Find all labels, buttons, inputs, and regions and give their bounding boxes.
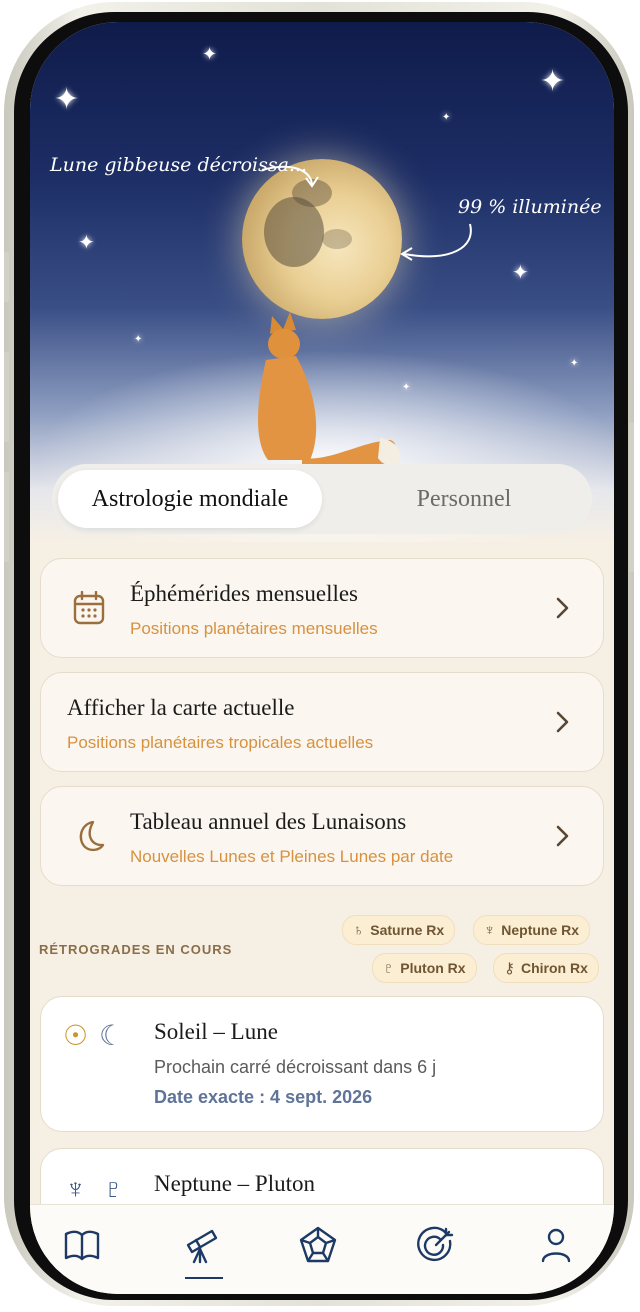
retrograde-chip-neptune[interactable]: ♆ Neptune Rx (473, 915, 591, 945)
sun-glyph-icon: ☉ (63, 1020, 89, 1051)
pentagon-icon[interactable] (298, 1225, 338, 1265)
pluto-glyph-icon: ♇ (383, 959, 395, 977)
chevron-right-icon (556, 825, 569, 847)
chevron-right-icon (556, 711, 569, 733)
telescope-icon[interactable] (182, 1225, 222, 1265)
retrograde-chip-chiron[interactable]: ⚷ Chiron Rx (493, 953, 599, 983)
fox-illustration (258, 312, 401, 470)
tab-astrologie-mondiale[interactable]: Astrologie mondiale (58, 470, 322, 528)
chiron-glyph-icon: ⚷ (504, 960, 515, 977)
tab-personnel[interactable]: Personnel (342, 470, 586, 528)
aspect-title: Neptune – Pluton (154, 1171, 315, 1196)
chip-label: Pluton Rx (400, 960, 466, 976)
volume-button (4, 472, 9, 562)
retrogrades-heading: RÉTROGRADES EN COURS (39, 942, 233, 957)
aspect-date: Date exacte : 4 sept. 2026 (154, 1087, 373, 1107)
retrograde-chip-pluton[interactable]: ♇ Pluton Rx (372, 953, 477, 983)
book-icon[interactable] (62, 1225, 102, 1265)
aspect-detail: Prochain carré décroissant dans 6 j (154, 1057, 437, 1077)
user-icon[interactable] (536, 1225, 576, 1265)
menu-card-lunaisons[interactable]: Tableau annuel des Lunaisons Nouvelles L… (40, 786, 604, 886)
card-subtitle: Positions planétaires tropicales actuell… (67, 733, 374, 752)
active-tab-indicator (185, 1277, 223, 1279)
moon-glyph-icon: ☾ (99, 1020, 125, 1051)
card-title: Afficher la carte actuelle (67, 695, 295, 720)
card-title: Tableau annuel des Lunaisons (130, 809, 407, 834)
neptune-glyph-icon: ♆ (65, 1173, 86, 1204)
chip-label: Neptune Rx (501, 922, 580, 938)
retrograde-chip-saturne[interactable]: ♄ Saturne Rx (342, 915, 456, 945)
card-subtitle: Positions planétaires mensuelles (130, 619, 378, 638)
menu-card-carte-actuelle[interactable]: Afficher la carte actuelle Positions pla… (40, 672, 604, 772)
pluto-glyph-icon: ♇ (103, 1173, 124, 1204)
app-screen: ✦ ✦ ✦ ✦ ✦ ✦ ✦ ✦ ✦ Lune gibbeuse décroiss… (30, 22, 614, 1294)
power-button (629, 422, 634, 572)
bottom-tab-bar (30, 1204, 614, 1294)
moon-icon (79, 820, 105, 852)
chip-label: Saturne Rx (370, 922, 445, 938)
segmented-control: Astrologie mondiale Personnel (52, 464, 592, 534)
menu-card-ephemerides[interactable]: Éphémérides mensuelles Positions planéta… (40, 558, 604, 658)
calendar-icon (73, 591, 105, 625)
target-icon[interactable] (416, 1225, 456, 1265)
aspect-card-soleil-lune[interactable]: ☉ ☾ Soleil – Lune Prochain carré décrois… (40, 996, 604, 1132)
neptune-glyph-icon: ♆ (484, 921, 496, 939)
aspect-title: Soleil – Lune (154, 1019, 278, 1044)
saturn-glyph-icon: ♄ (353, 921, 365, 939)
card-subtitle: Nouvelles Lunes et Pleines Lunes par dat… (130, 847, 454, 866)
chevron-right-icon (556, 597, 569, 619)
volume-button (4, 252, 9, 302)
chip-label: Chiron Rx (521, 960, 588, 976)
card-title: Éphémérides mensuelles (130, 581, 359, 606)
volume-button (4, 352, 9, 442)
